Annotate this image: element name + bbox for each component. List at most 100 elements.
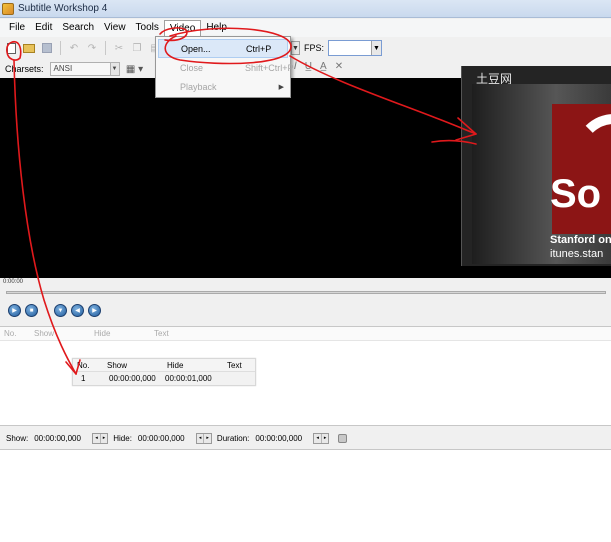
redo-icon: ↷ [87,42,97,54]
menu-item-close-shortcut: Shift+Ctrl+P [245,62,294,73]
grid-icon: ▦ ▾ [125,63,144,75]
table-header-text: Text [227,360,242,370]
underline-button[interactable]: U̲ [305,61,312,72]
play-button[interactable]: ▶ [8,304,21,317]
chevron-down-icon[interactable]: ▼ [371,41,382,55]
toolbar-separator [60,41,61,55]
format-toolbar: 𝐼 U̲ A̲ ✕ [294,61,343,72]
duration-label: Duration: [216,433,250,443]
row-show: 00:00:00,000 [109,374,156,383]
table-header-hide: Hide [167,360,184,370]
redo-button[interactable]: ↷ [84,40,100,56]
clear-format-icon[interactable]: ✕ [335,61,343,72]
copy-button[interactable]: ❐ [129,40,145,56]
app-window: Subtitle Workshop 4 File Edit Search Vie… [0,0,611,542]
app-icon [2,2,14,15]
fps-label: FPS: [304,43,325,53]
table-header: No. Show Hide Text [73,359,255,372]
hide-time-stepper[interactable]: ◂ ▸ [195,432,212,444]
row-no: 1 [81,374,86,383]
column-header-show[interactable]: Show [30,329,90,338]
menu-view[interactable]: View [99,20,131,36]
menu-item-playback[interactable]: Playback ▶ [156,77,290,96]
column-header-no[interactable]: No. [0,329,30,338]
lock-icon[interactable] [338,433,348,443]
video-menu-dropdown: Open... Ctrl+P Close Shift+Ctrl+P Playba… [155,36,294,98]
charset-combobox[interactable]: ANSI ▼ [49,62,120,76]
stanford-logo: So [550,104,611,234]
rewind-button[interactable]: ◀ [71,304,84,317]
arrow-left-icon: ◀ [75,308,80,314]
charset-options-button[interactable]: ▦ ▾ [124,61,146,77]
show-time-label: Show: [6,433,29,443]
copy-icon: ❐ [132,42,142,54]
menu-item-close-label: Close [180,62,204,73]
show-time-field[interactable]: 00:00:00,000 [31,434,89,443]
hide-time-field[interactable]: 00:00:00,000 [135,434,193,443]
logo-text: So [550,172,602,216]
cut-button[interactable]: ✂ [111,40,127,56]
fps-combobox[interactable]: ▼ [328,40,383,56]
menu-file[interactable]: File [4,20,30,36]
menu-bar: File Edit Search View Tools Video Help [0,19,611,37]
new-file-icon [6,42,16,54]
stop-button[interactable]: ■ [25,304,38,317]
forward-button[interactable]: ▶ [88,304,101,317]
arrow-down-icon: ▼ [57,307,64,314]
chevron-down-icon[interactable]: ▼ [109,63,119,75]
set-time-button[interactable]: ▼ [54,304,67,317]
seek-slider[interactable] [6,291,606,294]
font-color-button[interactable]: A̲ [320,61,327,72]
menu-item-close[interactable]: Close Shift+Ctrl+P [156,58,294,77]
menu-video[interactable]: Video [163,20,202,36]
zoomed-subtitle-table: No. Show Hide Text 1 00:00:00,000 00:00:… [72,358,256,386]
folder-icon [23,43,35,53]
open-file-button[interactable] [21,40,37,56]
toolbar-separator [105,41,106,55]
save-button[interactable] [39,40,55,56]
menu-tools[interactable]: Tools [131,20,164,36]
stop-icon: ■ [29,307,34,314]
chevron-down-icon[interactable]: ▼ [291,41,300,55]
play-icon: ▶ [12,308,17,314]
menu-item-open[interactable]: Open... Ctrl+P [158,39,288,58]
logo-caption-2: itunes.stan [550,248,604,260]
undo-button[interactable]: ↶ [66,40,82,56]
row-hide: 00:00:01,000 [165,374,212,383]
save-icon [42,43,52,53]
menu-help[interactable]: Help [201,20,232,36]
menu-edit[interactable]: Edit [30,20,57,36]
hide-time-label: Hide: [113,433,132,443]
window-title: Subtitle Workshop 4 [18,3,108,14]
charset-value: ANSI [53,64,73,73]
column-header-text[interactable]: Text [150,329,169,338]
timing-bar: Show: 00:00:00,000 ◂ ▸ Hide: 00:00:00,000… [0,430,611,446]
scissors-icon: ✂ [114,42,124,54]
table-header-no: No. [77,360,90,370]
current-time: 0:00:00 [3,279,24,285]
video-frame: 土豆网 So Stanford on itunes.stan [461,66,611,266]
title-bar: Subtitle Workshop 4 [0,0,611,18]
show-time-stepper[interactable]: ◂ ▸ [92,432,109,444]
table-row[interactable]: 1 00:00:00,000 00:00:01,000 [73,372,255,385]
column-header-hide[interactable]: Hide [90,329,150,338]
fps-control: ▼ FPS: ▼ [291,40,383,56]
chevron-right-icon: ▶ [278,83,284,91]
menu-item-open-label: Open... [181,43,211,54]
undo-icon: ↶ [69,42,79,54]
duration-stepper[interactable]: ◂ ▸ [313,432,330,444]
menu-search[interactable]: Search [57,20,99,36]
table-header-show: Show [107,360,128,370]
menu-item-open-shortcut: Ctrl+P [246,43,272,54]
charsets-label: Charsets: [5,64,44,74]
seek-panel: 0:00:00 [0,278,611,300]
video-image: So Stanford on itunes.stan [472,84,611,264]
new-file-button[interactable] [3,40,19,56]
logo-caption-1: Stanford on [550,234,611,246]
menu-item-playback-label: Playback [180,81,217,92]
italic-button[interactable]: 𝐼 [294,61,297,72]
list-header: No. Show Hide Text [0,327,611,341]
subtitle-text-editor[interactable] [0,449,611,542]
arrow-right-icon: ▶ [92,308,97,314]
duration-field[interactable]: 00:00:00,000 [252,434,310,443]
